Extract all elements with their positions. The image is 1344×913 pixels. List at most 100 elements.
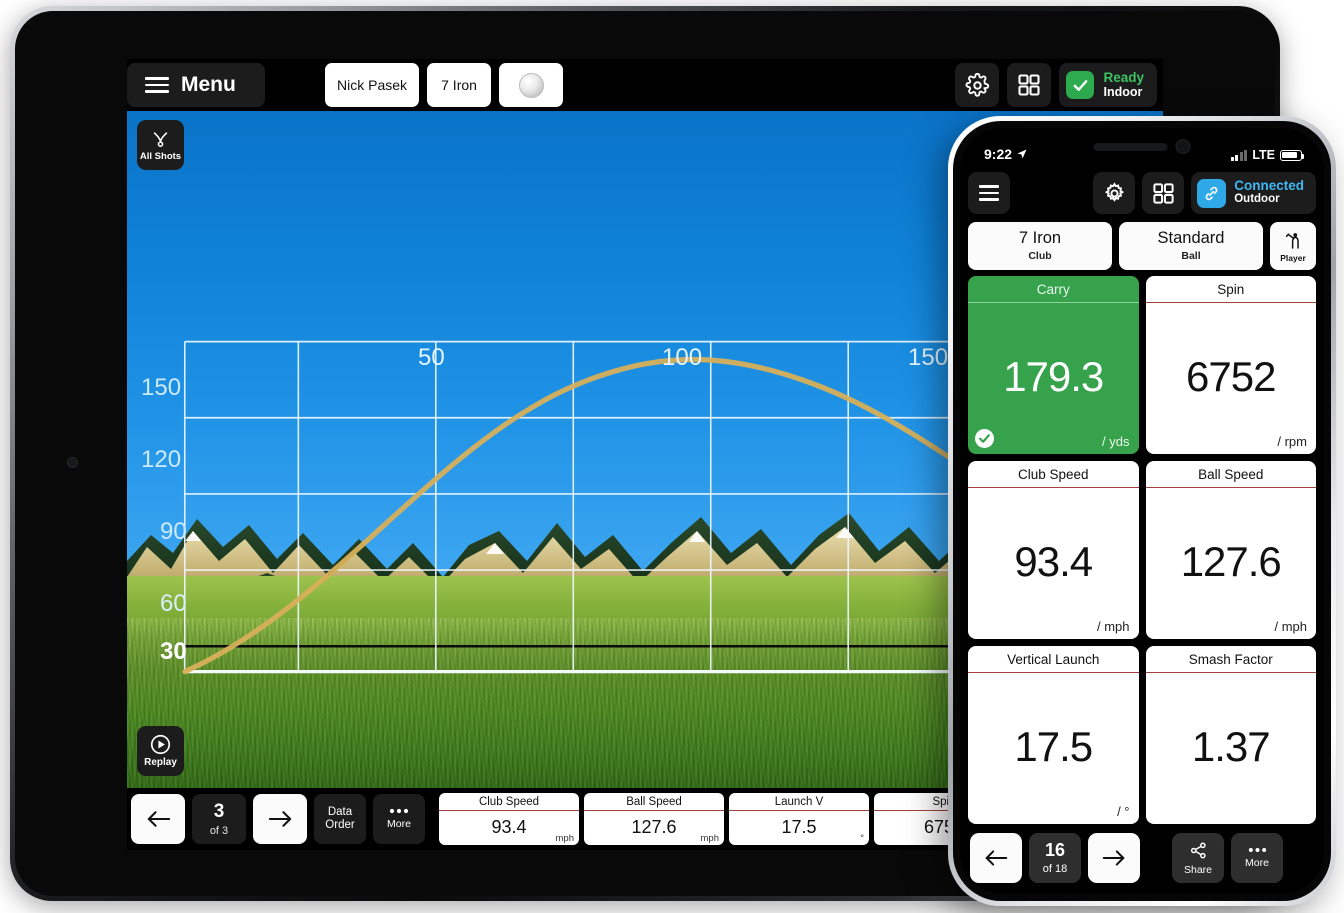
grid-icon	[1018, 74, 1041, 96]
phone-grid-button[interactable]	[1142, 172, 1185, 214]
metric-tile-vertical-launch[interactable]: Vertical Launch 17.5 / °	[968, 646, 1139, 824]
share-icon	[1190, 842, 1206, 858]
shot-dispersion-icon	[153, 131, 168, 147]
tile-unit: / rpm	[1277, 434, 1307, 449]
data-order-line2: Order	[325, 819, 355, 831]
gear-icon	[1104, 181, 1124, 202]
front-camera-icon	[1175, 139, 1191, 154]
settings-button[interactable]	[955, 63, 1000, 107]
tile-title: Club Speed	[968, 461, 1139, 488]
tile-title: Smash Factor	[1145, 646, 1316, 673]
metric-title: Club Speed	[439, 793, 579, 811]
tablet-toolbar: Menu Nick Pasek 7 Iron Ready Indoor	[127, 59, 1163, 111]
player-selector[interactable]: Player	[1270, 222, 1316, 270]
arrow-right-icon	[1102, 850, 1125, 866]
menu-button[interactable]: Menu	[127, 63, 265, 107]
phone-bottom-bar: 16 of 18 Share More	[960, 828, 1324, 894]
more-button[interactable]: More	[373, 794, 425, 844]
phone-screen: 9:22 LTE Connected Outdoor 7 Iron Club S…	[960, 128, 1324, 894]
phone-next-shot-button[interactable]	[1088, 833, 1140, 883]
golf-ball-icon	[518, 72, 544, 98]
phone-bezel: 9:22 LTE Connected Outdoor 7 Iron Club S…	[953, 121, 1331, 901]
shot-number: 3	[213, 800, 225, 822]
location-arrow-icon	[1017, 149, 1027, 159]
metric-value: 17.5	[781, 817, 817, 838]
share-label: Share	[1183, 863, 1213, 876]
club-label: Club	[1028, 250, 1052, 263]
grid-icon	[1153, 182, 1174, 204]
tile-value: 1.37	[1191, 722, 1271, 770]
ellipsis-icon	[1248, 848, 1266, 852]
tile-title: Ball Speed	[1145, 461, 1316, 488]
tablet-camera-icon	[67, 457, 78, 468]
all-shots-label: All Shots	[139, 150, 182, 162]
shot-counter: 3 of 3	[192, 794, 246, 844]
tile-unit: / °	[1117, 804, 1130, 819]
tile-title: Carry	[968, 276, 1139, 303]
grid-view-button[interactable]	[1007, 63, 1052, 107]
status-badge[interactable]: Ready Indoor	[1059, 63, 1157, 107]
metric-tile-carry[interactable]: Carry 179.3 / yds	[968, 276, 1139, 454]
arrow-left-icon	[147, 811, 170, 827]
tile-value: 127.6	[1180, 537, 1282, 585]
metric-tile-ball-speed[interactable]: Ball Speed 127.6 / mph	[1145, 461, 1316, 639]
signal-icon	[1230, 149, 1248, 161]
ellipsis-icon	[389, 808, 409, 813]
club-chip[interactable]: 7 Iron	[427, 63, 492, 107]
ball-value: Standard	[1157, 228, 1225, 247]
metric-tile-spin[interactable]: Spin 6752 / rpm	[1145, 276, 1316, 454]
carrier-label: LTE	[1252, 148, 1275, 162]
tile-value: 179.3	[1003, 352, 1104, 400]
metric-unit: °	[860, 833, 864, 844]
shot-total: of 3	[209, 824, 229, 837]
metric-tile[interactable]: Launch V 17.5 °	[729, 793, 869, 845]
check-icon	[1066, 71, 1095, 99]
gear-icon	[965, 72, 990, 97]
arrow-right-icon	[268, 811, 291, 827]
metric-title: Launch V	[729, 793, 869, 811]
metric-tile-club-speed[interactable]: Club Speed 93.4 / mph	[968, 461, 1139, 639]
ball-selector[interactable]: Standard Ball	[1119, 222, 1263, 270]
data-order-button[interactable]: Data Order	[314, 794, 366, 844]
screenshot-root: Menu Nick Pasek 7 Iron Ready Indoor 150 …	[0, 0, 1344, 913]
tile-unit: / yds	[1102, 434, 1130, 449]
dynamic-island	[1093, 139, 1191, 154]
connection-status-badge[interactable]: Connected Outdoor	[1191, 172, 1316, 214]
hamburger-icon	[979, 185, 999, 201]
phone-selector-row: 7 Iron Club Standard Ball Player	[960, 220, 1324, 276]
tile-title: Vertical Launch	[968, 646, 1139, 673]
status-mode-label: Indoor	[1103, 84, 1143, 99]
metric-tile[interactable]: Ball Speed 127.6 mph	[584, 793, 724, 845]
connection-mode-label: Outdoor	[1234, 193, 1280, 206]
tile-title: Spin	[1145, 276, 1316, 303]
phone-metric-grid: Carry 179.3 / yds Spin 6752 / rpm Club S…	[960, 276, 1324, 828]
phone-previous-shot-button[interactable]	[970, 833, 1022, 883]
tile-value: 17.5	[1014, 722, 1093, 770]
replay-label: Replay	[144, 757, 177, 768]
phone-settings-button[interactable]	[1093, 172, 1136, 214]
phone-more-button[interactable]: More	[1231, 833, 1283, 883]
ball-chip[interactable]	[499, 63, 564, 107]
next-shot-button[interactable]	[253, 794, 307, 844]
share-button[interactable]: Share	[1172, 833, 1224, 883]
metric-tile[interactable]: Club Speed 93.4 mph	[439, 793, 579, 845]
all-shots-button[interactable]: All Shots	[137, 120, 184, 170]
tile-value: 93.4	[1014, 537, 1093, 585]
golfer-icon	[1285, 232, 1299, 249]
battery-icon	[1280, 149, 1305, 161]
data-order-line1: Data	[327, 806, 353, 819]
phone-shot-counter: 16 of 18	[1029, 833, 1081, 883]
club-selector[interactable]: 7 Iron Club	[968, 222, 1112, 270]
metric-tile-smash-factor[interactable]: Smash Factor 1.37	[1145, 646, 1316, 824]
club-value: 7 Iron	[1018, 228, 1062, 247]
check-icon	[975, 429, 994, 448]
menu-label: Menu	[181, 73, 236, 96]
phone-menu-button[interactable]	[968, 172, 1010, 214]
status-ready-label: Ready	[1103, 69, 1144, 85]
player-chip[interactable]: Nick Pasek	[325, 63, 420, 107]
ball-label: Ball	[1181, 250, 1201, 263]
replay-button[interactable]: Replay	[137, 726, 184, 776]
more-label: More	[387, 817, 411, 830]
previous-shot-button[interactable]	[131, 794, 185, 844]
hamburger-icon	[145, 77, 169, 93]
